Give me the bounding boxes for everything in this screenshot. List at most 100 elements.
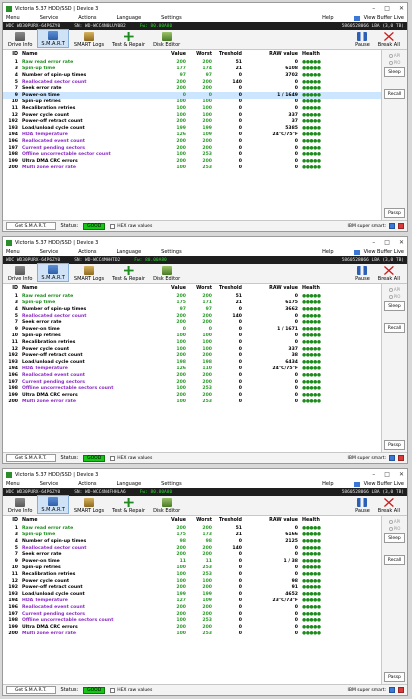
ibm-toggle-blue[interactable] (389, 223, 395, 229)
table-row[interactable]: 200 Multi zone error rate 100 253 0 0 ●●●●● (3, 165, 381, 172)
break-all-button[interactable]: Break All (375, 263, 403, 282)
ibm-toggle-red[interactable] (398, 223, 404, 229)
get-smart-button[interactable]: Get S.M.A.R.T. (6, 686, 56, 694)
table-row[interactable]: 198 Offline uncorrectable sector count 100… (3, 151, 381, 158)
drive-info-button[interactable]: Drive Info (5, 495, 35, 514)
sleep-button[interactable]: Sleep (384, 67, 405, 77)
col-id[interactable]: ID (3, 50, 20, 59)
table-row[interactable]: 11 Recalibration retries 100 100 0 0 ●●●●● (3, 339, 381, 346)
smart-logs-button[interactable]: SMART Logs (71, 263, 107, 282)
passp-button[interactable]: Passp (384, 440, 405, 450)
menu-item-settings[interactable]: Settings (161, 15, 182, 21)
menu-item-service[interactable]: Service (40, 481, 58, 487)
menu-item-menu[interactable]: Menu (6, 249, 20, 255)
test-repair-button[interactable]: Test & Repair (109, 263, 148, 282)
minimize-icon[interactable]: – (372, 5, 375, 12)
minimize-icon[interactable]: – (372, 239, 375, 246)
hex-raw-checkbox[interactable]: HEX raw values (110, 223, 152, 229)
col-health[interactable]: Health (300, 284, 381, 293)
table-row[interactable]: 3 Spin-up time 177 174 21 6108 ●●●●● (3, 66, 381, 73)
table-row[interactable]: 10 Spin-up retries 100 100 0 0 ●●●●● (3, 333, 381, 340)
table-row[interactable]: 4 Number of spin-up times 98 98 0 2125 ●●●●● (3, 538, 381, 545)
col-threshold[interactable]: Treshold (214, 50, 244, 59)
col-name[interactable]: Name (20, 50, 160, 59)
col-id[interactable]: ID (3, 516, 20, 525)
table-row[interactable]: 11 Recalibration retries 100 100 0 0 ●●●●● (3, 105, 381, 112)
table-row[interactable]: 196 Reallocated event count 200 200 0 0 ●●●●● (3, 138, 381, 145)
drive-info-button[interactable]: Drive Info (5, 263, 35, 282)
menu-item-settings[interactable]: Settings (161, 249, 182, 255)
maximize-icon[interactable]: □ (384, 5, 390, 12)
table-row[interactable]: 197 Current pending sectors 200 200 0 0 ●●●●● (3, 145, 381, 152)
col-raw[interactable]: RAW value (244, 50, 300, 59)
menu-item-service[interactable]: Service (40, 249, 58, 255)
table-row[interactable]: 3 Spin-up time 175 173 21 6166 ●●●●● (3, 532, 381, 539)
table-row[interactable]: 199 Ultra DMA CRC errors 200 200 0 0 ●●●●● (3, 392, 381, 399)
passp-button[interactable]: Passp (384, 208, 405, 218)
get-smart-button[interactable]: Get S.M.A.R.T. (6, 222, 56, 230)
close-icon[interactable]: ✕ (399, 471, 404, 478)
menu-item-language[interactable]: Language (116, 15, 141, 21)
table-row[interactable]: 198 Offline uncorrectable sectors count 10… (3, 385, 381, 392)
pause-button[interactable]: Pause (352, 29, 373, 48)
table-row[interactable]: 12 Power cycle count 100 100 0 337 ●●●●● (3, 112, 381, 119)
table-row[interactable]: 199 Ultra DMA CRC errors 200 200 0 0 ●●●●● (3, 624, 381, 631)
menu-item-menu[interactable]: Menu (6, 15, 20, 21)
col-name[interactable]: Name (20, 516, 160, 525)
col-worst[interactable]: Worst (188, 516, 214, 525)
pause-button[interactable]: Pause (352, 495, 373, 514)
table-row[interactable]: 9 Power-on time 0 0 0 1 / 1671 ●●●●● (3, 326, 381, 333)
table-row[interactable]: 4 Number of spin-up times 97 97 0 3662 ●●●●● (3, 306, 381, 313)
smart-tab-button[interactable]: S.M.A.R.T (37, 495, 69, 514)
table-row[interactable]: 199 Ultra DMA CRC errors 200 200 0 0 ●●●●● (3, 158, 381, 165)
api-radio[interactable]: API (388, 519, 400, 524)
recall-button[interactable]: Recall (384, 555, 405, 565)
menu-item-service[interactable]: Service (40, 15, 58, 21)
test-repair-button[interactable]: Test & Repair (109, 29, 148, 48)
table-row[interactable]: 194 HDA Temperature 126 109 0 24°C/75°F ●●●●● (3, 132, 381, 139)
passp-button[interactable]: Passp (384, 672, 405, 682)
table-row[interactable]: 198 Offline uncorrectable sectors count 10… (3, 617, 381, 624)
minimize-icon[interactable]: – (372, 471, 375, 478)
table-row[interactable]: 192 Power-off retract count 200 200 0 37 ●●●●● (3, 118, 381, 125)
table-row[interactable]: 12 Power cycle count 100 100 0 98 ●●●●● (3, 578, 381, 585)
disk-editor-button[interactable]: Disk Editor (150, 263, 183, 282)
table-row[interactable]: 197 Current pending sectors 200 200 0 0 ●●●●● (3, 379, 381, 386)
recall-button[interactable]: Recall (384, 89, 405, 99)
break-all-button[interactable]: Break All (375, 29, 403, 48)
col-threshold[interactable]: Treshold (214, 284, 244, 293)
smart-logs-button[interactable]: SMART Logs (71, 495, 107, 514)
disk-editor-button[interactable]: Disk Editor (150, 495, 183, 514)
ibm-toggle-red[interactable] (398, 455, 404, 461)
maximize-icon[interactable]: □ (384, 239, 390, 246)
pio-radio[interactable]: PIO (388, 60, 400, 65)
col-worst[interactable]: Worst (188, 50, 214, 59)
hex-raw-checkbox[interactable]: HEX raw values (110, 455, 152, 461)
get-smart-button[interactable]: Get S.M.A.R.T. (6, 454, 56, 462)
table-row[interactable]: 7 Seek error rate 200 200 0 0 ●●●●● (3, 85, 381, 92)
table-row[interactable]: 9 Power-on time 0 0 0 1 / 1649 ●●●●● (3, 91, 381, 99)
table-row[interactable]: 5 Reallocated sector count 200 200 140 0 ●●●●● (3, 545, 381, 552)
menu-item-actions[interactable]: Actions (78, 249, 96, 255)
table-row[interactable]: 194 HDA Temperature 127 109 0 23°C/73°F ●●●●● (3, 598, 381, 605)
menu-item-help[interactable]: Help (322, 481, 333, 487)
col-threshold[interactable]: Treshold (214, 516, 244, 525)
table-row[interactable]: 196 Reallocated event count 200 200 0 0 ●●●●● (3, 372, 381, 379)
col-value[interactable]: Value (160, 284, 188, 293)
smart-tab-button[interactable]: S.M.A.R.T (37, 29, 69, 48)
table-row[interactable]: 193 Load/unload cycle count 199 199 0 4652 ●●●… (3, 591, 381, 598)
smart-tab-button[interactable]: S.M.A.R.T (37, 263, 69, 282)
col-name[interactable]: Name (20, 284, 160, 293)
drive-info-button[interactable]: Drive Info (5, 29, 35, 48)
ibm-toggle-blue[interactable] (389, 687, 395, 693)
menu-item-settings[interactable]: Settings (161, 481, 182, 487)
table-row[interactable]: 193 Load/unload cycle count 198 198 0 6434 ●●●… (3, 359, 381, 366)
table-row[interactable]: 197 Current pending sectors 200 200 0 0 ●●●●● (3, 611, 381, 618)
col-raw[interactable]: RAW value (244, 516, 300, 525)
table-row[interactable]: 10 Spin-up retries 100 100 0 0 ●●●●● (3, 99, 381, 106)
table-row[interactable]: 10 Spin-up retries 100 253 0 0 ●●●●● (3, 565, 381, 572)
recall-button[interactable]: Recall (384, 323, 405, 333)
table-row[interactable]: 12 Power cycle count 100 100 0 337 ●●●●● (3, 346, 381, 353)
view-buffer-live[interactable]: View Buffer Live (353, 249, 404, 255)
table-row[interactable]: 192 Power-off retract count 200 200 0 38 ●●●●● (3, 352, 381, 359)
